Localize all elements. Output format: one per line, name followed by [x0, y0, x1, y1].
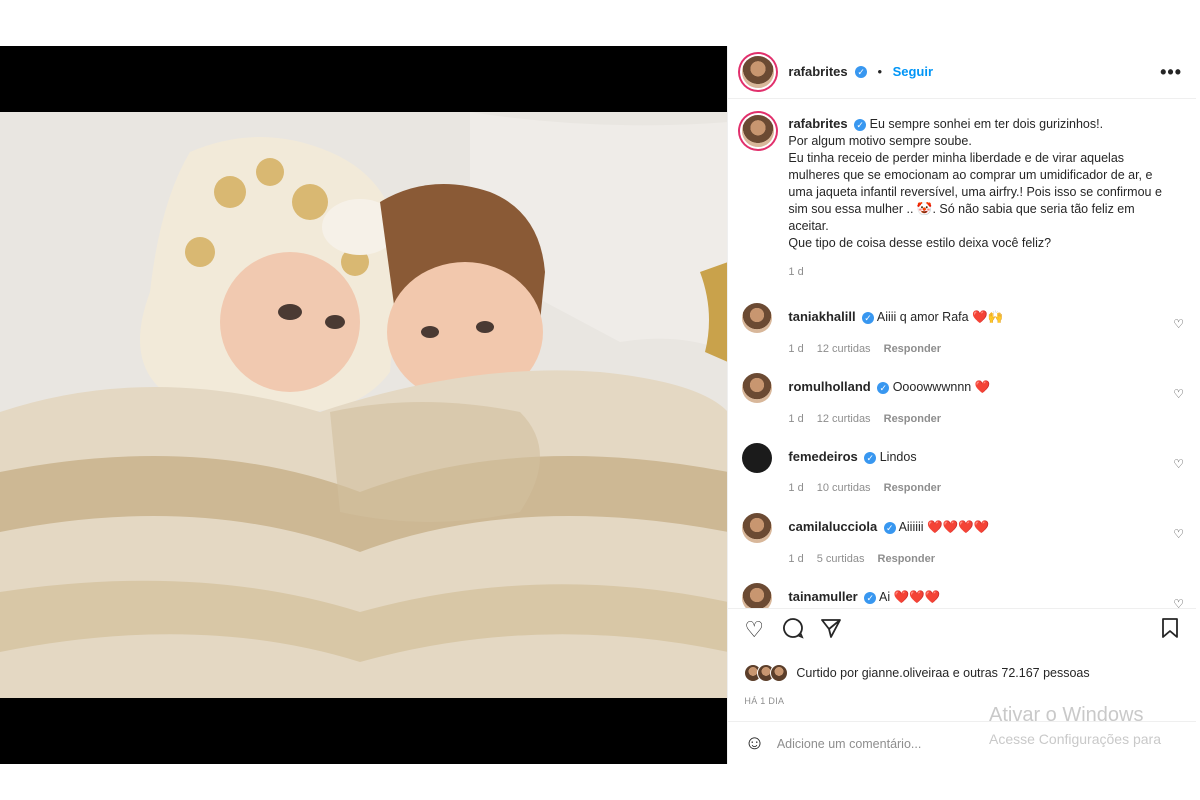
verified-icon: ✓: [862, 311, 875, 324]
comment-likes[interactable]: 12 curtidas: [817, 413, 871, 425]
caption-line: mulheres que se emocionam ao comprar um …: [788, 168, 1153, 182]
likes-summary[interactable]: Curtido por gianne.oliveiraa e outras 72…: [744, 664, 1090, 682]
post-photo[interactable]: [0, 112, 728, 698]
commenter-username[interactable]: camilalucciola: [788, 519, 877, 534]
comment-meta: 1 d 12 curtidas Responder: [788, 413, 1148, 425]
comment-emoji: ❤️: [974, 380, 991, 394]
like-heart-icon[interactable]: ♡: [744, 617, 764, 643]
watermark-subtitle: Acesse Configurações para: [989, 731, 1161, 747]
post-actions-bar: ♡: [728, 608, 1196, 647]
comment-body: romulholland ✓ Oooowwwnnn ❤️ 1 d 12 curt…: [788, 371, 1148, 441]
commenter-avatar[interactable]: [742, 583, 773, 608]
author-avatar[interactable]: [742, 56, 775, 88]
watermark-title: Ativar o Windows: [989, 704, 1144, 726]
comment-time[interactable]: 1 d: [788, 482, 803, 494]
comment-emoji: ❤️❤️❤️❤️: [927, 520, 990, 534]
photo-illustration: [0, 112, 728, 698]
comment-likes[interactable]: 12 curtidas: [817, 343, 871, 355]
commenter-avatar[interactable]: [742, 303, 773, 333]
caption-line: aceitar.: [788, 219, 829, 233]
comment-item: camilalucciola ✓ Aiiiiii ❤️❤️❤️❤️ 1 d 5 …: [728, 511, 1196, 581]
comment-body: tainamuller ✓ Ai ❤️❤️❤️: [788, 581, 1148, 608]
post-caption: rafabrites ✓ Eu sempre sonhei em ter doi…: [728, 99, 1196, 281]
comment-emoji: ❤️❤️❤️: [893, 590, 941, 604]
comment-likes[interactable]: 5 curtidas: [817, 553, 865, 565]
likes-text[interactable]: Curtido por gianne.oliveiraa e outras 72…: [796, 666, 1089, 680]
comment-text: Oooowwwnnn: [892, 380, 972, 394]
caption-line: Eu tinha receio de perder minha liberdad…: [788, 151, 1125, 165]
more-options-icon[interactable]: •••: [1160, 62, 1182, 83]
likers-avatar-stack: [744, 664, 789, 682]
follow-button[interactable]: Seguir: [893, 64, 933, 79]
like-comment-heart-icon[interactable]: ♡: [1173, 597, 1184, 608]
share-icon[interactable]: [820, 617, 842, 645]
caption-line: Que tipo de coisa desse estilo deixa voc…: [788, 236, 1052, 250]
caption-avatar[interactable]: [742, 115, 775, 147]
verified-icon: ✓: [855, 65, 868, 78]
comment-body: taniakhalill ✓ Aiiii q amor Rafa ❤️🙌 1 d…: [788, 301, 1148, 371]
like-comment-heart-icon[interactable]: ♡: [1173, 317, 1184, 331]
commenter-username[interactable]: tainamuller: [788, 589, 857, 604]
commenter-username[interactable]: taniakhalill: [788, 309, 855, 324]
commenter-avatar[interactable]: [742, 443, 773, 473]
caption-text: rafabrites ✓ Eu sempre sonhei em ter doi…: [788, 115, 1168, 281]
comment-text: Aiiii q amor Rafa: [876, 310, 969, 324]
author-line: rafabrites ✓ • Seguir: [788, 63, 933, 81]
windows-activation-watermark: Ativar o Windows Acesse Configurações pa…: [989, 704, 1161, 747]
post-timestamp[interactable]: HÁ 1 DIA: [744, 696, 784, 706]
comment-time[interactable]: 1 d: [788, 343, 803, 355]
reply-button[interactable]: Responder: [884, 482, 941, 494]
comment-input[interactable]: Adicione um comentário...: [777, 737, 922, 751]
post-side-panel: rafabrites ✓ • Seguir ••• rafabrites ✓ E…: [727, 46, 1196, 764]
comment-item: romulholland ✓ Oooowwwnnn ❤️ 1 d 12 curt…: [728, 371, 1196, 441]
comment-meta: 1 d 5 curtidas Responder: [788, 553, 1148, 565]
comment-time[interactable]: 1 d: [788, 413, 803, 425]
author-username[interactable]: rafabrites: [788, 64, 847, 79]
emoji-picker-icon[interactable]: ☺: [744, 732, 764, 755]
comment-likes[interactable]: 10 curtidas: [817, 482, 871, 494]
comment-emoji: ❤️🙌: [972, 310, 1004, 324]
comments-list[interactable]: rafabrites ✓ Eu sempre sonhei em ter doi…: [728, 99, 1196, 608]
comment-item: tainamuller ✓ Ai ❤️❤️❤️ ♡: [728, 581, 1196, 608]
comment-meta: 1 d 10 curtidas Responder: [788, 482, 1148, 494]
comment-text: Ai: [879, 590, 891, 604]
comment-meta: 1 d 12 curtidas Responder: [788, 343, 1148, 355]
verified-icon: ✓: [877, 381, 890, 394]
commenter-username[interactable]: femedeiros: [788, 449, 857, 464]
comment-body: femedeiros ✓ Lindos 1 d 10 curtidas Resp…: [788, 441, 1148, 511]
verified-icon: ✓: [864, 451, 877, 464]
separator-dot: •: [877, 64, 883, 79]
caption-line: Por algum motivo sempre soube.: [788, 134, 972, 148]
post-media: [0, 46, 728, 764]
post-header: rafabrites ✓ • Seguir •••: [728, 46, 1196, 99]
comment-body: camilalucciola ✓ Aiiiiii ❤️❤️❤️❤️ 1 d 5 …: [788, 511, 1148, 581]
liker-avatar: [770, 664, 789, 682]
caption-time[interactable]: 1 d: [788, 264, 1168, 281]
reply-button[interactable]: Responder: [878, 553, 935, 565]
commenter-avatar[interactable]: [742, 373, 773, 403]
comment-time[interactable]: 1 d: [788, 553, 803, 565]
comment-icon[interactable]: [782, 617, 805, 645]
commenter-avatar[interactable]: [742, 513, 773, 543]
like-comment-heart-icon[interactable]: ♡: [1173, 527, 1184, 541]
comment-item: femedeiros ✓ Lindos 1 d 10 curtidas Resp…: [728, 441, 1196, 511]
caption-line: Eu sempre sonhei em ter dois gurizinhos!…: [869, 117, 1104, 131]
caption-line: uma jaqueta infantil reversível, uma air…: [788, 185, 1162, 199]
commenter-username[interactable]: romulholland: [788, 379, 870, 394]
verified-icon: ✓: [854, 118, 867, 131]
verified-icon: ✓: [883, 521, 896, 534]
verified-icon: ✓: [864, 591, 877, 604]
save-bookmark-icon[interactable]: [1160, 617, 1180, 645]
comment-text: Aiiiiii: [898, 520, 924, 534]
comment-item: taniakhalill ✓ Aiiii q amor Rafa ❤️🙌 1 d…: [728, 301, 1196, 371]
like-comment-heart-icon[interactable]: ♡: [1173, 387, 1184, 401]
caption-line: sim sou essa mulher .. 🤡. Só não sabia q…: [788, 202, 1135, 216]
caption-username[interactable]: rafabrites: [788, 116, 847, 131]
reply-button[interactable]: Responder: [884, 343, 941, 355]
reply-button[interactable]: Responder: [884, 413, 941, 425]
like-comment-heart-icon[interactable]: ♡: [1173, 457, 1184, 471]
instagram-post: rafabrites ✓ • Seguir ••• rafabrites ✓ E…: [0, 46, 1196, 764]
comment-text: Lindos: [879, 450, 917, 464]
